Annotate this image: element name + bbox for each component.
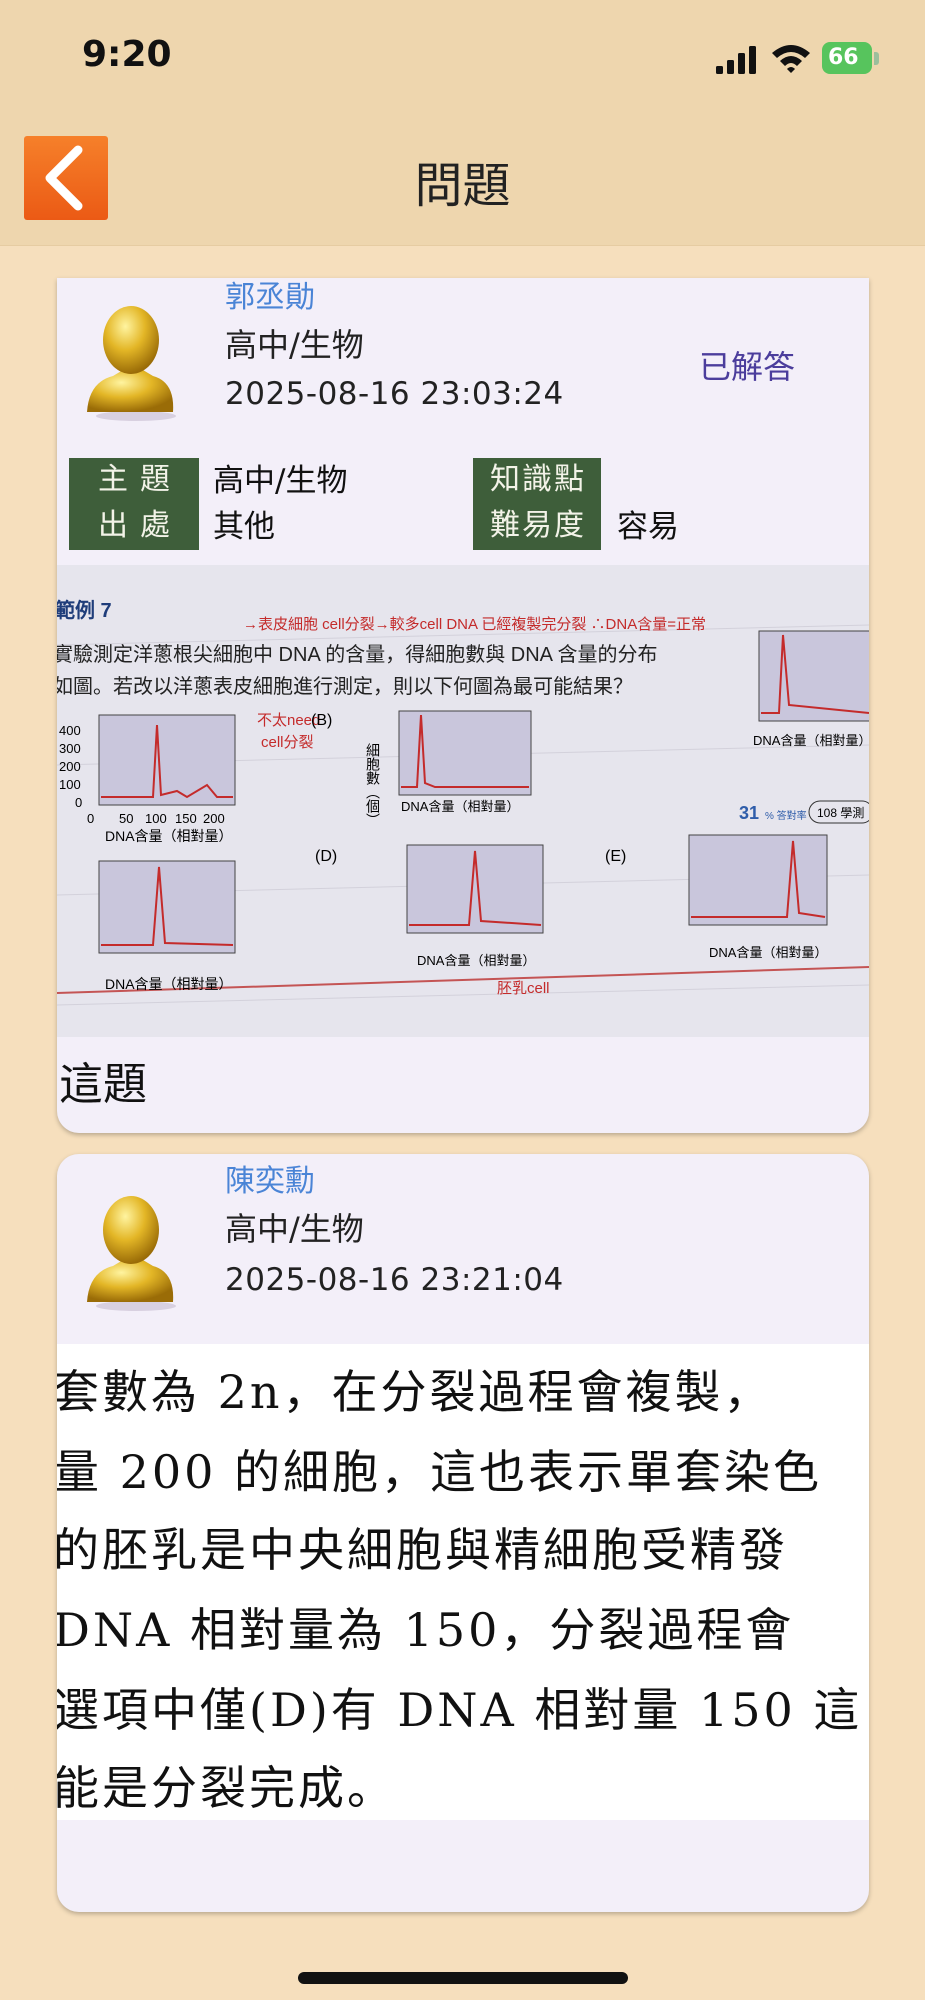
difficulty-value: 容易 (617, 509, 679, 545)
answer-line: 能是分裂完成。 (57, 1761, 396, 1815)
svg-text:DNA含量（相對量）: DNA含量（相對量） (401, 799, 519, 814)
post-timestamp: 2025-08-16 23:03:24 (225, 376, 564, 412)
answer-line: 的胚乳是中央細胞與精細胞受精發 (57, 1523, 788, 1577)
battery-icon: 66 (822, 42, 880, 76)
option-d-label: (D) (315, 848, 337, 865)
svg-text:200: 200 (203, 811, 225, 826)
correct-rate: 31 (739, 803, 759, 823)
svg-text:200: 200 (59, 759, 81, 774)
source-label: 出處 (69, 504, 199, 550)
answer-photo[interactable]: 套數為 2n，在分裂過程會複製， 量 200 的細胞，這也表示單套染色 的胚乳是… (57, 1344, 869, 1820)
question-line-2: 如圖。若改以洋蔥表皮細胞進行測定，則以下何圖為最可能結果？ (57, 675, 633, 698)
user-name[interactable]: 郭丞勛 (225, 278, 315, 316)
svg-text:DNA含量（相對量）: DNA含量（相對量） (709, 945, 827, 960)
svg-text:400: 400 (59, 723, 81, 738)
option-e-label: (E) (605, 848, 626, 865)
topic-value: 高中/生物 (213, 463, 348, 499)
status-bar: 9:20 66 (0, 0, 925, 124)
answer-card[interactable]: 陳奕勳 高中/生物 2025-08-16 23:21:04 套數為 2n，在分裂… (57, 1154, 869, 1912)
avatar-icon (87, 1196, 176, 1311)
example-label: 範例 7 (57, 598, 112, 622)
topic-label: 主題 (69, 458, 199, 504)
page-title: 問題 (414, 158, 511, 214)
avatar-icon (87, 306, 176, 421)
correct-rate-suffix: % 答對率 (765, 809, 807, 822)
svg-text:150: 150 (175, 811, 197, 826)
option-b-label: (B) (311, 712, 332, 729)
question-photo[interactable]: 範例 7 實驗測定洋蔥根尖細胞中 DNA 的含量，得細胞數與 DNA 含量的分布… (57, 565, 869, 1037)
svg-text:DNA含量（相對量）: DNA含量（相對量） (753, 733, 869, 748)
answer-line: 量 200 的細胞，這也表示單套染色 (57, 1445, 823, 1499)
exam-tag: 108 學測 (817, 806, 864, 820)
handwritten-note-2: cell分裂 (261, 734, 314, 751)
svg-text:DNA含量（相對量）: DNA含量（相對量） (417, 953, 535, 968)
subject-label: 高中/生物 (225, 326, 364, 364)
question-text: 這題 (59, 1059, 147, 1110)
svg-text:50: 50 (119, 811, 133, 826)
answer-line: 套數為 2n，在分裂過程會複製， (57, 1365, 773, 1419)
status-time: 9:20 (82, 34, 172, 75)
nav-bar: 問題 (0, 124, 925, 246)
svg-text:細胞數（個）: 細胞數（個） (365, 743, 381, 827)
svg-text:0: 0 (87, 811, 94, 826)
handwritten-note-3: 胚乳cell (497, 980, 550, 997)
handwritten-note-top: →表皮細胞 cell分裂→較多cell DNA 已經複製完分裂 ∴DNA含量=正… (243, 615, 706, 633)
answer-line: DNA 相對量為 150，分裂過程會 (57, 1603, 795, 1657)
svg-text:DNA含量（相對量）: DNA含量（相對量） (105, 828, 233, 844)
difficulty-label: 難易度 (473, 504, 601, 550)
answered-status-badge: 已解答 (699, 348, 796, 386)
svg-text:100: 100 (59, 777, 81, 792)
battery-level: 66 (822, 42, 872, 74)
svg-text:300: 300 (59, 741, 81, 756)
question-line-1: 實驗測定洋蔥根尖細胞中 DNA 的含量，得細胞數與 DNA 含量的分布 (57, 643, 657, 666)
question-card[interactable]: 郭丞勛 高中/生物 2025-08-16 23:03:24 已解答 主題 高中/… (57, 278, 869, 1133)
home-indicator[interactable] (298, 1972, 628, 1984)
svg-text:DNA含量（相對量）: DNA含量（相對量） (105, 976, 233, 992)
wifi-icon (772, 45, 810, 73)
post-timestamp: 2025-08-16 23:21:04 (225, 1262, 564, 1298)
subject-label: 高中/生物 (225, 1210, 364, 1248)
answer-line: 選項中僅(D)有 DNA 相對量 150 這 (57, 1683, 863, 1737)
user-name[interactable]: 陳奕勳 (225, 1156, 315, 1200)
source-value: 其他 (213, 509, 275, 545)
signal-icon (716, 46, 756, 74)
svg-text:0: 0 (75, 795, 82, 810)
knowledge-point-label: 知識點 (473, 458, 601, 504)
svg-text:100: 100 (145, 811, 167, 826)
